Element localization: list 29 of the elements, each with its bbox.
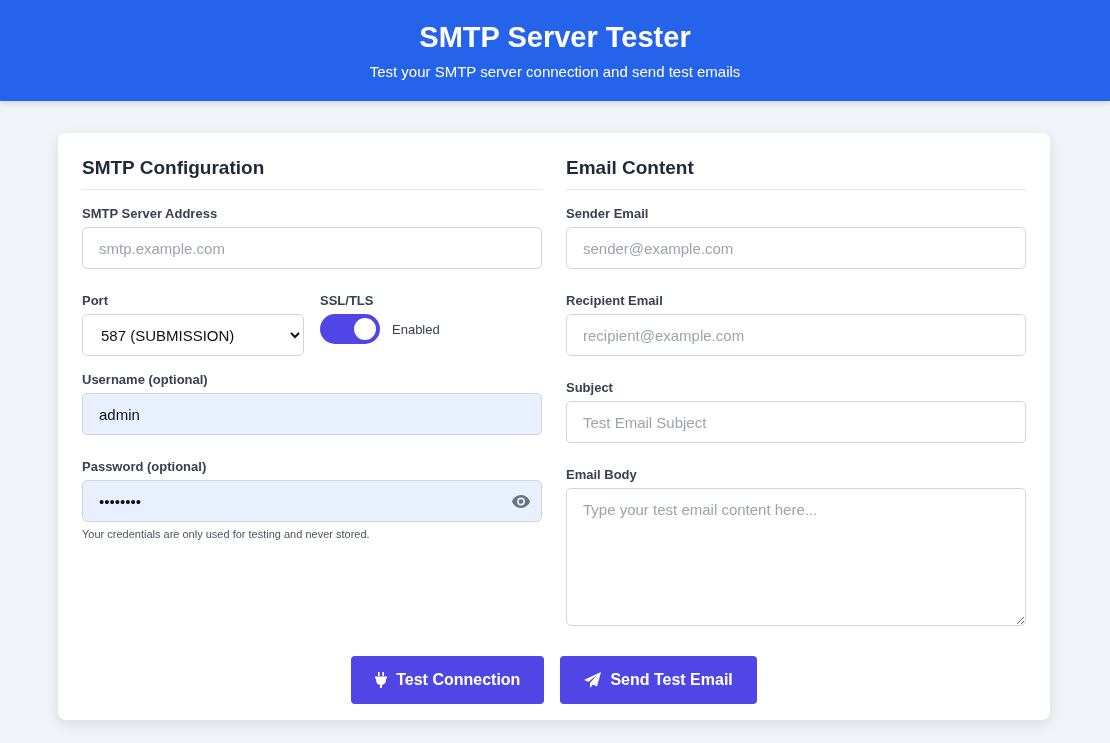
page-title: SMTP Server Tester (418, 20, 692, 54)
input-field[interactable]: Test Email Subject (566, 401, 1026, 443)
credentials-note: Your credentials are only used for testing and never stored. (82, 528, 371, 540)
field-label: SMTP Server Address (82, 206, 219, 221)
username-field[interactable]: admin (82, 393, 542, 435)
port-select[interactable]: 587 (SUBMISSION) (82, 314, 304, 356)
password-field[interactable]: •••••••• (82, 480, 542, 522)
field-label: Username (optional) (82, 372, 209, 387)
section-heading: SMTP Configuration (82, 157, 542, 190)
email-body-field[interactable]: Type your test email content here... (566, 488, 1026, 626)
field-label: Subject (566, 380, 614, 395)
input-field[interactable]: sender@example.com (566, 227, 1026, 269)
ssl-toggle[interactable] (320, 314, 380, 344)
input-field[interactable]: recipient@example.com (566, 314, 1026, 356)
toggle-label: Enabled (392, 321, 440, 337)
send-email-button[interactable]: Send Test Email (560, 656, 757, 704)
eye-icon[interactable] (512, 495, 530, 508)
plug-icon (375, 672, 388, 688)
field-label: Email Body (566, 467, 638, 482)
field-label: Password (optional) (82, 459, 208, 474)
field-label: Sender Email (566, 206, 650, 221)
field-label: Recipient Email (566, 293, 664, 308)
page-subtitle: Test your SMTP server connection and send test emails (368, 63, 742, 80)
field-label: Port (82, 293, 109, 308)
field-label: SSL/TLS (320, 293, 375, 308)
test-connection-button[interactable]: Test Connection (351, 656, 545, 704)
paper-plane-icon (584, 672, 602, 688)
server-address-field[interactable]: smtp.example.com (82, 227, 542, 269)
section-heading: Email Content (566, 157, 1026, 190)
